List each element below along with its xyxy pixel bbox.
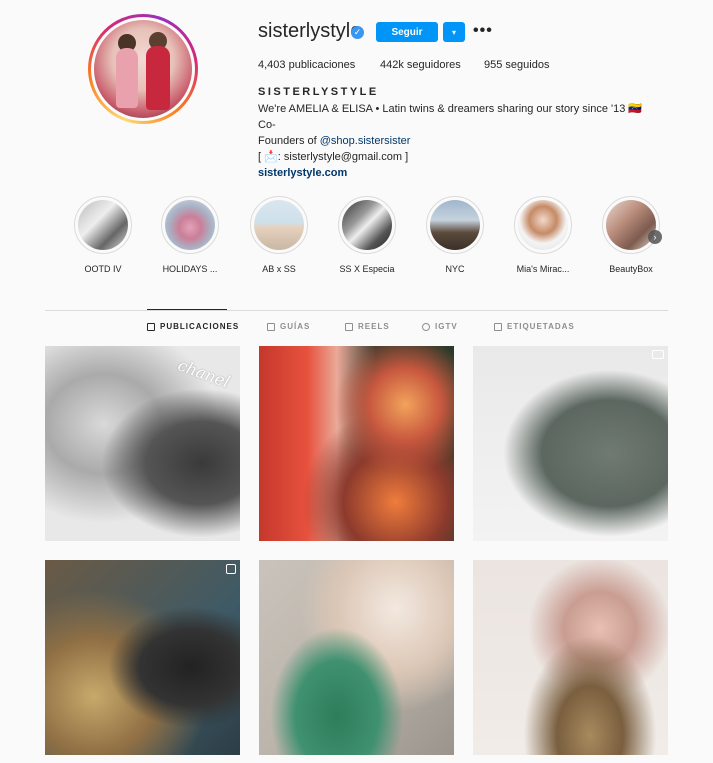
highlight-cover <box>518 200 568 250</box>
active-tab-indicator <box>147 309 227 310</box>
posts-count: 4,403 publicaciones <box>258 59 356 71</box>
post-image-detail: chanel <box>175 355 233 392</box>
avatar-image <box>94 20 192 118</box>
tab-reels[interactable]: REELS <box>345 322 390 331</box>
highlight-label: OOTD IV <box>84 264 122 274</box>
post-tile[interactable]: chanel <box>45 346 240 541</box>
tab-tagged[interactable]: ETIQUETADAS <box>494 322 575 331</box>
profile-bio: We're AMELIA & ELISA • Latin twins & dre… <box>258 101 658 181</box>
highlight-item[interactable]: AB x SS <box>240 196 318 274</box>
chevron-right-icon[interactable]: › <box>648 230 662 244</box>
highlight-label: NYC <box>445 264 465 274</box>
bio-line: We're AMELIA & ELISA • Latin twins & dre… <box>258 103 643 131</box>
highlight-cover <box>78 200 128 250</box>
highlight-item[interactable]: OOTD IV <box>64 196 142 274</box>
suggestions-dropdown-button[interactable]: ▾ <box>443 22 465 42</box>
story-highlights: OOTD IV HOLIDAYS ... AB x SS SS X Especi… <box>64 196 684 286</box>
carousel-icon <box>226 564 236 574</box>
tagged-icon <box>494 322 502 331</box>
tab-posts[interactable]: PUBLICACIONES <box>147 322 239 331</box>
tab-igtv[interactable]: IGTV <box>422 322 458 331</box>
bio-mention-link[interactable]: @shop.sistersister <box>320 135 411 147</box>
highlight-item[interactable]: Mia's Mirac... <box>504 196 582 274</box>
bio-text: Founders of <box>258 135 320 147</box>
profile-full-name: SISTERLYSTYLE <box>258 86 379 98</box>
highlight-cover <box>342 200 392 250</box>
followers-count[interactable]: 442k seguidores <box>380 59 461 71</box>
highlight-cover <box>430 200 480 250</box>
profile-avatar[interactable] <box>88 14 198 124</box>
highlight-label: HOLIDAYS ... <box>162 264 218 274</box>
profile-username: sisterlystyle <box>258 20 362 42</box>
bio-line: [ 📩: sisterlystyle@gmail.com ] <box>258 151 409 163</box>
igtv-icon <box>422 322 430 331</box>
verified-badge-icon: ✓ <box>351 26 364 39</box>
guides-icon <box>267 322 275 331</box>
reels-icon <box>345 322 353 331</box>
website-link[interactable]: sisterlystyle.com <box>258 165 658 181</box>
igtv-icon <box>652 350 664 359</box>
chevron-down-icon: ▾ <box>451 27 456 37</box>
highlight-label: Mia's Mirac... <box>516 264 570 274</box>
highlight-cover <box>254 200 304 250</box>
profile-tabs: PUBLICACIONES GUÍAS REELS IGTV ETIQUETAD… <box>45 322 668 336</box>
highlight-item[interactable]: NYC <box>416 196 494 274</box>
grid-icon <box>147 322 155 331</box>
highlight-item[interactable]: HOLIDAYS ... <box>151 196 229 274</box>
post-tile[interactable] <box>259 560 454 755</box>
tab-guides[interactable]: GUÍAS <box>267 322 310 331</box>
post-tile[interactable] <box>473 560 668 755</box>
following-count[interactable]: 955 seguidos <box>484 59 549 71</box>
highlight-label: BeautyBox <box>609 264 653 274</box>
follow-button[interactable]: Seguir <box>376 22 438 42</box>
highlight-cover <box>606 200 656 250</box>
highlight-item[interactable]: SS X Especia <box>328 196 406 274</box>
post-tile[interactable] <box>473 346 668 541</box>
post-tile[interactable] <box>259 346 454 541</box>
highlight-label: SS X Especia <box>339 264 395 274</box>
highlight-label: AB x SS <box>262 264 296 274</box>
post-tile[interactable] <box>45 560 240 755</box>
tabs-divider <box>45 310 668 311</box>
highlight-cover <box>165 200 215 250</box>
bio-line: Founders of @shop.sistersister <box>258 133 658 149</box>
more-options-icon[interactable]: ••• <box>473 23 493 39</box>
